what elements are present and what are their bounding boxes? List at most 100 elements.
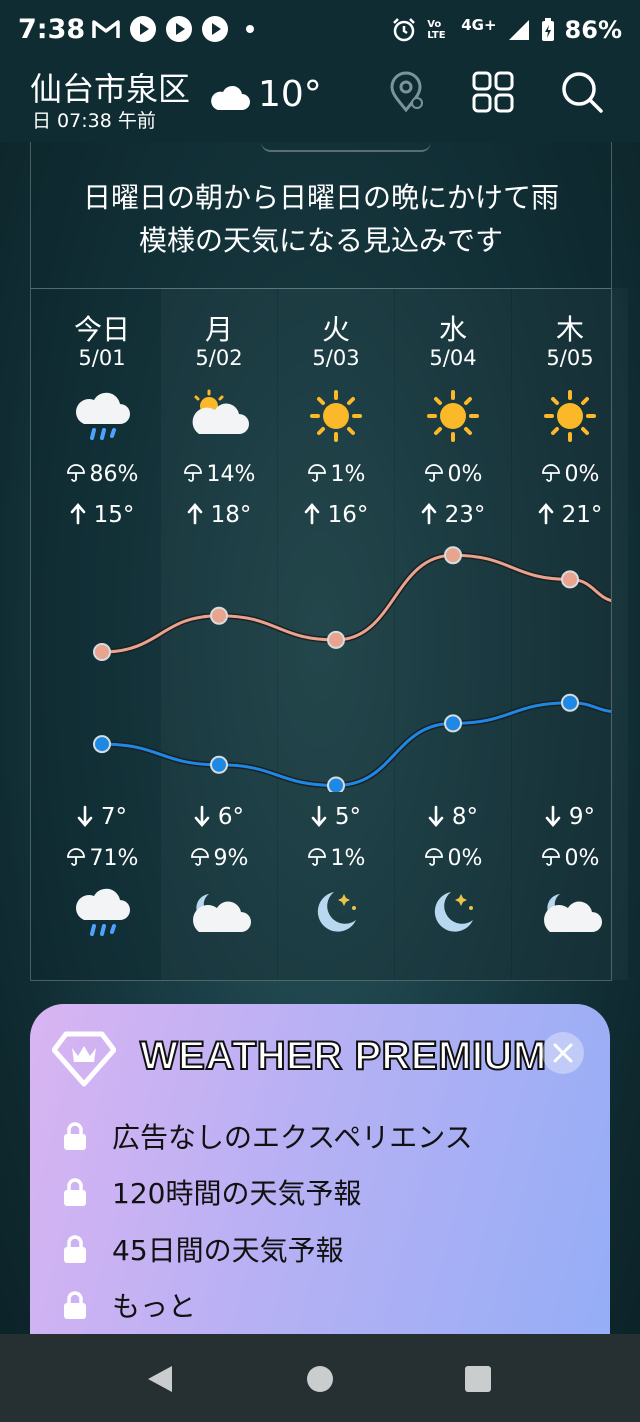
play-icon xyxy=(166,16,192,42)
high-temp-value: 23° xyxy=(444,502,486,528)
low-temp-point xyxy=(561,693,579,712)
night-precip-value: 71% xyxy=(89,846,139,871)
night-precip-value: 9% xyxy=(213,846,249,871)
day-date: 5/04 xyxy=(429,346,477,370)
premium-more-label: もっと xyxy=(112,1290,197,1323)
day-precip-value: 86% xyxy=(89,462,139,487)
arrow-down-icon xyxy=(77,805,93,827)
umbrella-icon xyxy=(66,848,85,866)
lock-icon xyxy=(64,1291,86,1319)
arrow-up-icon xyxy=(538,503,553,525)
moon-icon xyxy=(278,884,394,944)
search-icon[interactable] xyxy=(560,70,604,114)
arrow-up-icon xyxy=(421,503,436,525)
status-bar: 7:38 Vo LTE 4G+ 86% xyxy=(0,0,640,60)
arrow-down-icon xyxy=(194,805,210,827)
daily-forecast-card[interactable]: 日曜日の朝から日曜日の晩にかけて雨 模様の天気になる見込みです 今日 5/01 86… xyxy=(30,142,612,981)
day-label: 木 xyxy=(555,313,584,346)
high-temp-point xyxy=(327,630,345,649)
day-date: 5/05 xyxy=(546,346,594,370)
day-precip: 86% xyxy=(44,462,160,487)
premium-feature: 広告なしのエクスペリエンス xyxy=(62,1116,473,1156)
night-precip: 0% xyxy=(512,846,628,871)
battery-icon xyxy=(541,18,554,41)
umbrella-icon xyxy=(424,848,443,866)
crown-diamond-icon xyxy=(52,1031,116,1087)
day-precip-value: 0% xyxy=(564,462,600,487)
low-temp-shadow xyxy=(101,699,611,789)
low-temp-point xyxy=(210,755,228,774)
signal-icon xyxy=(508,20,529,40)
battery-percent: 86% xyxy=(564,16,622,44)
day-precip-value: 14% xyxy=(206,462,256,487)
high-temp-point xyxy=(93,643,111,661)
high-temp: 21° xyxy=(512,502,628,528)
low-temp-value: 9° xyxy=(568,804,596,830)
grid-menu-icon[interactable] xyxy=(471,70,515,114)
umbrella-icon xyxy=(183,464,202,482)
cloud-rain-icon xyxy=(44,884,160,944)
location-pin-icon[interactable] xyxy=(384,70,428,114)
day-date: 5/03 xyxy=(312,346,360,370)
arrow-up-icon xyxy=(187,503,202,525)
arrow-down-icon xyxy=(545,805,561,827)
high-temp: 18° xyxy=(161,502,277,528)
lock-icon xyxy=(64,1122,86,1150)
high-temp: 15° xyxy=(44,502,160,528)
sun-icon xyxy=(278,388,394,448)
day-precip: 0% xyxy=(512,462,628,487)
day-precip: 0% xyxy=(395,462,511,487)
volte-label: Vo LTE xyxy=(427,19,446,41)
summary-line-2: 模様の天気になる見込みです xyxy=(138,224,503,257)
low-temp: 5° xyxy=(278,804,394,830)
high-temp-value: 15° xyxy=(93,502,135,528)
night-precip-value: 1% xyxy=(330,846,366,871)
umbrella-icon xyxy=(307,848,326,866)
day-date: 5/02 xyxy=(195,346,243,370)
day-precip-value: 1% xyxy=(330,462,366,487)
day-label: 火 xyxy=(321,313,350,346)
umbrella-icon xyxy=(307,464,326,482)
premium-feature: 45日間の天気予報 xyxy=(62,1229,344,1269)
cloud-rain-icon xyxy=(44,388,160,448)
back-icon[interactable] xyxy=(146,1364,174,1394)
high-temp-value: 18° xyxy=(210,502,252,528)
night-precip: 0% xyxy=(395,846,511,871)
premium-feature[interactable]: もっと xyxy=(62,1285,196,1325)
day-label: 水 xyxy=(438,313,467,346)
low-temp-point xyxy=(93,735,111,754)
umbrella-icon xyxy=(66,464,85,482)
low-temp: 9° xyxy=(512,804,628,830)
more-notifications-dot xyxy=(246,25,254,33)
location-name[interactable]: 仙台市泉区 xyxy=(30,64,190,110)
low-temp-point xyxy=(327,776,345,792)
day-precip-value: 0% xyxy=(447,462,483,487)
sun-icon xyxy=(395,388,511,448)
summary-line-1: 日曜日の朝から日曜日の晩にかけて雨 xyxy=(82,181,559,214)
premium-feature-label: 45日間の天気予報 xyxy=(112,1234,344,1267)
low-temp: 8° xyxy=(395,804,511,830)
day-precip: 14% xyxy=(161,462,277,487)
premium-feature: 120時間の天気予報 xyxy=(62,1172,361,1212)
night-precip-value: 0% xyxy=(564,846,600,871)
umbrella-icon xyxy=(541,848,560,866)
umbrella-icon xyxy=(424,464,443,482)
low-temp-point xyxy=(444,714,462,733)
lock-icon xyxy=(64,1178,86,1206)
night-precip: 9% xyxy=(161,846,277,871)
sun-icon xyxy=(512,388,628,448)
high-temp-value: 16° xyxy=(327,502,369,528)
day-precip: 1% xyxy=(278,462,394,487)
notification-icons xyxy=(92,16,254,42)
moon-cloud-icon xyxy=(161,884,277,944)
gmail-icon xyxy=(92,20,120,38)
alarm-icon xyxy=(393,18,416,42)
arrow-down-icon xyxy=(428,805,444,827)
system-nav-bar xyxy=(0,1334,640,1422)
home-icon[interactable] xyxy=(306,1364,334,1394)
low-temp-value: 5° xyxy=(334,804,362,830)
premium-feature-label: 広告なしのエクスペリエンス xyxy=(112,1121,473,1154)
recents-icon[interactable] xyxy=(464,1364,492,1394)
system-status: Vo LTE 4G+ 86% xyxy=(391,16,622,44)
close-button[interactable] xyxy=(542,1032,584,1074)
